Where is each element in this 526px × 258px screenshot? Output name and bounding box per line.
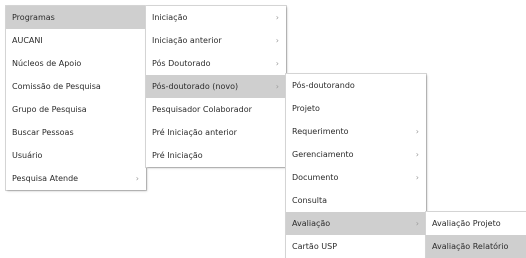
chevron-right-icon: › <box>415 127 419 136</box>
menu-item-pos-doutorado[interactable]: Pós Doutorado › <box>146 52 286 75</box>
menu-item-comissao-de-pesquisa[interactable]: Comissão de Pesquisa <box>6 75 146 98</box>
chevron-right-icon: › <box>275 82 279 91</box>
menu-item-label: Pesquisa Atende <box>12 174 79 183</box>
menu-item-avaliacao-relatorio[interactable]: Avaliação Relatório <box>426 235 526 258</box>
menu-item-label: AUCANI <box>12 36 43 45</box>
chevron-right-icon: › <box>415 173 419 182</box>
chevron-right-icon: › <box>415 219 419 228</box>
menu-item-label: Pós Doutorado <box>152 59 211 68</box>
menu-item-programas[interactable]: Programas <box>6 6 146 29</box>
menu-item-iniciacao[interactable]: Iniciação › <box>146 6 286 29</box>
menu-item-label: Iniciação anterior <box>152 36 222 45</box>
programas-submenu: Iniciação › Iniciação anterior › Pós Dou… <box>146 6 286 167</box>
menu-item-avaliacao[interactable]: Avaliação › <box>286 212 426 235</box>
menu-item-gerenciamento[interactable]: Gerenciamento › <box>286 143 426 166</box>
menu-item-label: Pré Iniciação <box>152 151 203 160</box>
chevron-right-icon: › <box>135 174 139 183</box>
chevron-right-icon: › <box>275 13 279 22</box>
menu-item-label: Pré Iniciação anterior <box>152 128 237 137</box>
menu-item-usuario[interactable]: Usuário <box>6 144 146 167</box>
menu-item-pos-doutorando[interactable]: Pós-doutorando <box>286 74 426 97</box>
main-menu: Programas AUCANI Núcleos de Apoio Comiss… <box>6 6 146 190</box>
menu-item-label: Documento <box>292 173 339 182</box>
menu-item-documento[interactable]: Documento › <box>286 166 426 189</box>
menu-item-aucani[interactable]: AUCANI <box>6 29 146 52</box>
menu-item-label: Pós-doutorado (novo) <box>152 82 239 91</box>
menu-item-avaliacao-projeto[interactable]: Avaliação Projeto <box>426 212 526 235</box>
menu-item-cartao-usp[interactable]: Cartão USP <box>286 235 426 258</box>
menu-item-label: Avaliação <box>292 219 331 228</box>
menu-item-label: Pesquisador Colaborador <box>152 105 252 114</box>
menu-item-pre-iniciacao-anterior[interactable]: Pré Iniciação anterior <box>146 121 286 144</box>
chevron-right-icon: › <box>275 59 279 68</box>
menu-item-label: Núcleos de Apoio <box>12 59 82 68</box>
menu-item-pre-iniciacao[interactable]: Pré Iniciação <box>146 144 286 167</box>
menu-item-label: Avaliação Projeto <box>432 219 501 228</box>
menu-item-projeto[interactable]: Projeto <box>286 97 426 120</box>
menu-item-iniciacao-anterior[interactable]: Iniciação anterior › <box>146 29 286 52</box>
menu-item-label: Requerimento <box>292 127 349 136</box>
pos-doutorado-novo-submenu: Pós-doutorando Projeto Requerimento › Ge… <box>286 74 426 258</box>
menu-item-label: Consulta <box>292 196 328 205</box>
menu-item-consulta[interactable]: Consulta <box>286 189 426 212</box>
menu-item-label: Programas <box>12 13 55 22</box>
menu-item-label: Buscar Pessoas <box>12 128 74 137</box>
menu-item-label: Avaliação Relatório <box>432 242 509 251</box>
menu-item-buscar-pessoas[interactable]: Buscar Pessoas <box>6 121 146 144</box>
menu-item-label: Gerenciamento <box>292 150 354 159</box>
menu-item-label: Pós-doutorando <box>292 81 355 90</box>
menu-item-pesquisador-colaborador[interactable]: Pesquisador Colaborador <box>146 98 286 121</box>
menu-item-label: Cartão USP <box>292 242 338 251</box>
menu-item-label: Comissão de Pesquisa <box>12 82 101 91</box>
menu-item-label: Grupo de Pesquisa <box>12 105 87 114</box>
chevron-right-icon: › <box>415 150 419 159</box>
menu-item-nucleos-de-apoio[interactable]: Núcleos de Apoio <box>6 52 146 75</box>
chevron-right-icon: › <box>275 36 279 45</box>
menu-item-label: Usuário <box>12 151 43 160</box>
menu-item-label: Iniciação <box>152 13 188 22</box>
menu-item-grupo-de-pesquisa[interactable]: Grupo de Pesquisa <box>6 98 146 121</box>
menu-item-pesquisa-atende[interactable]: Pesquisa Atende › <box>6 167 146 190</box>
menu-item-requerimento[interactable]: Requerimento › <box>286 120 426 143</box>
level4: Avaliação Projeto Avaliação Relatório <box>426 212 526 258</box>
menu-item-pos-doutorado-novo[interactable]: Pós-doutorado (novo) › <box>146 75 286 98</box>
menu-item-label: Projeto <box>292 104 320 113</box>
